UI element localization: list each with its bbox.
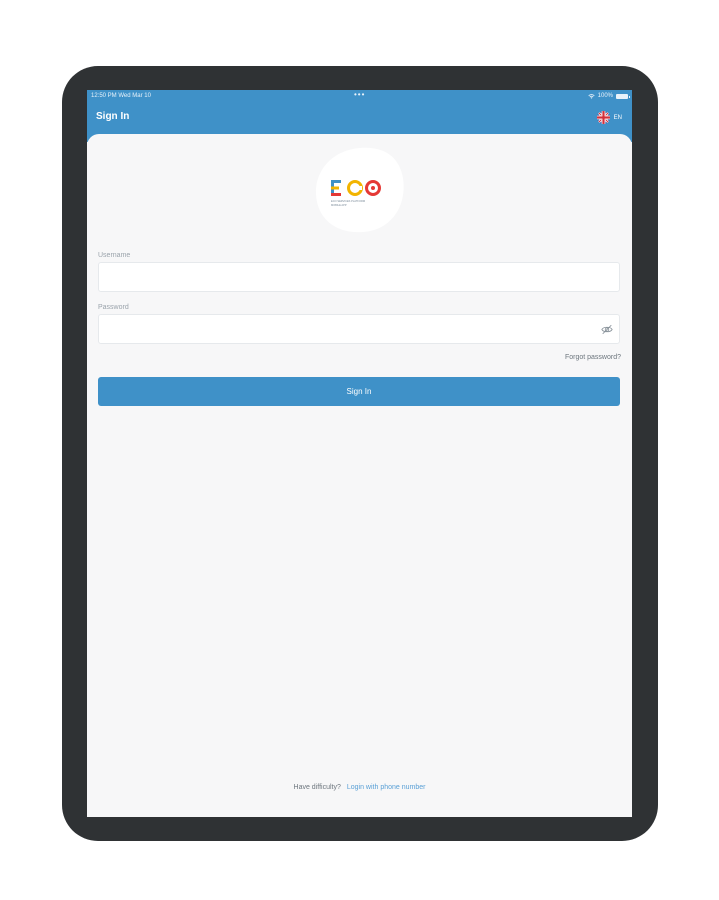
wifi-icon bbox=[588, 93, 595, 99]
logo-subtitle-2: MOBILE APP bbox=[331, 203, 347, 207]
difficulty-text: Have difficulty? bbox=[293, 784, 341, 791]
eye-off-icon[interactable] bbox=[601, 324, 613, 335]
status-indicators: 100% bbox=[588, 90, 630, 102]
status-bar: 12:50 PM Wed Mar 10 ••• 100% bbox=[87, 90, 632, 102]
battery-icon bbox=[616, 93, 630, 99]
password-label: Password bbox=[98, 304, 129, 311]
phone-login-link[interactable]: Login with phone number bbox=[347, 784, 426, 791]
language-selector[interactable]: EN bbox=[596, 111, 622, 124]
page-title: Sign In bbox=[96, 111, 130, 122]
uk-flag-icon bbox=[596, 111, 610, 124]
status-dots: ••• bbox=[354, 90, 366, 99]
app-screen: 12:50 PM Wed Mar 10 ••• 100% Sign In EN … bbox=[87, 90, 632, 817]
battery-text: 100% bbox=[597, 93, 613, 99]
username-field[interactable] bbox=[98, 262, 620, 292]
sign-in-card: ECO SERVICES PLATFORM MOBILE APP Usernam… bbox=[87, 134, 632, 817]
password-field[interactable] bbox=[98, 314, 620, 344]
status-time: 12:50 PM Wed Mar 10 bbox=[91, 93, 151, 99]
eco-logo: ECO SERVICES PLATFORM MOBILE APP bbox=[315, 147, 404, 233]
username-label: Username bbox=[98, 252, 131, 259]
footer: Have difficulty? Login with phone number bbox=[87, 784, 632, 791]
sign-in-button[interactable]: Sign In bbox=[98, 377, 620, 406]
logo-subtitle-1: ECO SERVICES PLATFORM bbox=[331, 199, 365, 203]
language-code: EN bbox=[613, 114, 622, 121]
forgot-password-link[interactable]: Forgot password? bbox=[565, 354, 621, 361]
